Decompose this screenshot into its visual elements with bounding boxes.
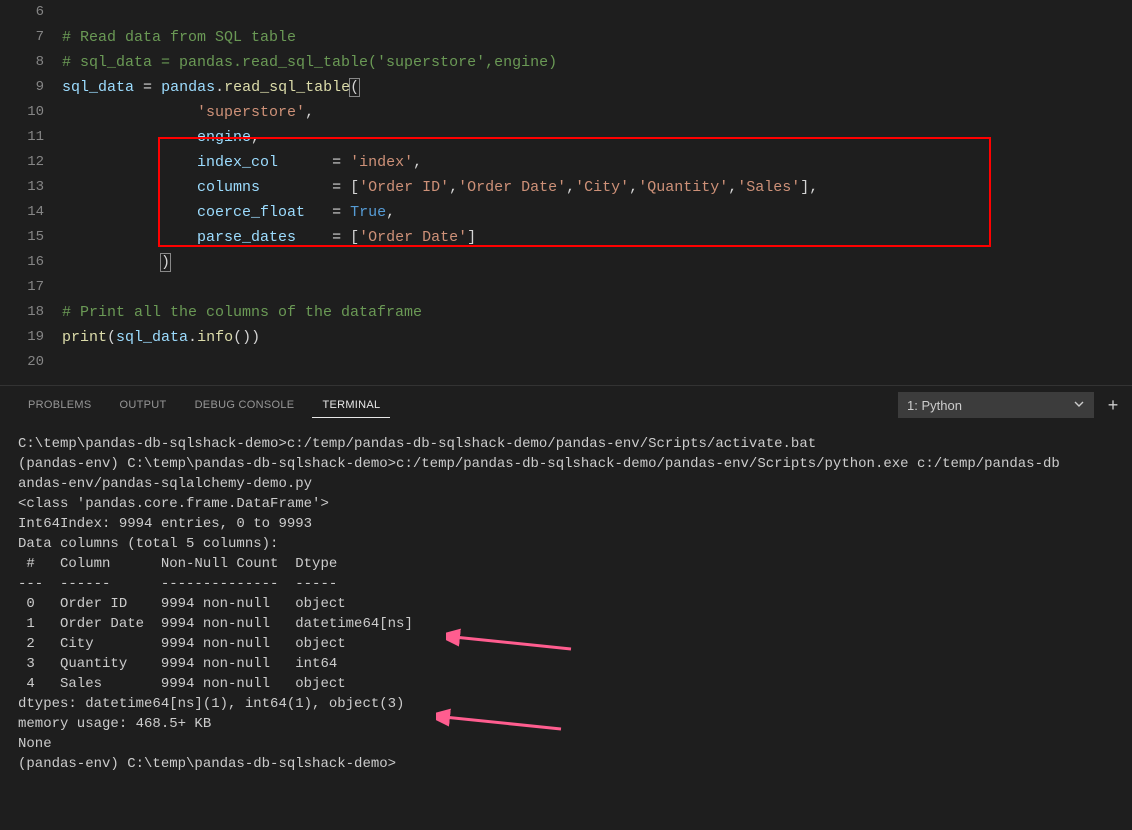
line-number: 19 xyxy=(0,325,62,350)
terminal-line: 0 Order ID 9994 non-null object xyxy=(18,594,1114,614)
code-line[interactable]: 17 xyxy=(0,275,1132,300)
terminal-line: dtypes: datetime64[ns](1), int64(1), obj… xyxy=(18,694,1114,714)
code-line[interactable]: 18# Print all the columns of the datafra… xyxy=(0,300,1132,325)
line-number: 11 xyxy=(0,125,62,150)
line-number: 16 xyxy=(0,250,62,275)
terminal-line: --- ------ -------------- ----- xyxy=(18,574,1114,594)
code-line[interactable]: 14 coerce_float = True, xyxy=(0,200,1132,225)
terminal-line: C:\temp\pandas-db-sqlshack-demo>c:/temp/… xyxy=(18,434,1114,454)
line-number: 14 xyxy=(0,200,62,225)
code-line[interactable]: 11 engine, xyxy=(0,125,1132,150)
line-number: 13 xyxy=(0,175,62,200)
terminal-line: (pandas-env) C:\temp\pandas-db-sqlshack-… xyxy=(18,454,1114,474)
terminal-output[interactable]: C:\temp\pandas-db-sqlshack-demo>c:/temp/… xyxy=(0,424,1132,784)
code-content[interactable]: sql_data = pandas.read_sql_table( xyxy=(62,75,359,100)
bottom-panel: PROBLEMS OUTPUT DEBUG CONSOLE TERMINAL 1… xyxy=(0,385,1132,784)
line-number: 9 xyxy=(0,75,62,100)
code-content[interactable]: index_col = 'index', xyxy=(62,150,422,175)
tab-problems[interactable]: PROBLEMS xyxy=(18,393,102,417)
code-line[interactable]: 12 index_col = 'index', xyxy=(0,150,1132,175)
tab-debug-console[interactable]: DEBUG CONSOLE xyxy=(185,393,305,417)
code-line[interactable]: 8# sql_data = pandas.read_sql_table('sup… xyxy=(0,50,1132,75)
terminal-line: <class 'pandas.core.frame.DataFrame'> xyxy=(18,494,1114,514)
code-content[interactable]: # Print all the columns of the dataframe xyxy=(62,300,422,325)
terminal-line: Int64Index: 9994 entries, 0 to 9993 xyxy=(18,514,1114,534)
code-content[interactable]: # Read data from SQL table xyxy=(62,25,296,50)
code-line[interactable]: 10 'superstore', xyxy=(0,100,1132,125)
code-editor[interactable]: 67# Read data from SQL table8# sql_data … xyxy=(0,0,1132,375)
code-content[interactable]: ) xyxy=(62,250,170,275)
panel-tabs: PROBLEMS OUTPUT DEBUG CONSOLE TERMINAL 1… xyxy=(0,386,1132,424)
code-line[interactable]: 20 xyxy=(0,350,1132,375)
line-number: 18 xyxy=(0,300,62,325)
tab-terminal[interactable]: TERMINAL xyxy=(312,393,390,418)
code-content[interactable]: engine, xyxy=(62,125,260,150)
line-number: 7 xyxy=(0,25,62,50)
terminal-line: None xyxy=(18,734,1114,754)
new-terminal-button[interactable]: + xyxy=(1100,395,1126,416)
line-number: 20 xyxy=(0,350,62,375)
tab-output[interactable]: OUTPUT xyxy=(110,393,177,417)
code-line[interactable]: 19print(sql_data.info()) xyxy=(0,325,1132,350)
terminal-line: (pandas-env) C:\temp\pandas-db-sqlshack-… xyxy=(18,754,1114,774)
terminal-line: Data columns (total 5 columns): xyxy=(18,534,1114,554)
code-content[interactable]: 'superstore', xyxy=(62,100,314,125)
code-line[interactable]: 9sql_data = pandas.read_sql_table( xyxy=(0,75,1132,100)
line-number: 15 xyxy=(0,225,62,250)
code-content[interactable]: coerce_float = True, xyxy=(62,200,395,225)
terminal-selector[interactable]: 1: Python xyxy=(898,392,1094,418)
terminal-line: memory usage: 468.5+ KB xyxy=(18,714,1114,734)
code-content[interactable]: parse_dates = ['Order Date'] xyxy=(62,225,476,250)
chevron-down-icon xyxy=(1073,398,1085,413)
terminal-line: 2 City 9994 non-null object xyxy=(18,634,1114,654)
code-line[interactable]: 6 xyxy=(0,0,1132,25)
line-number: 8 xyxy=(0,50,62,75)
code-line[interactable]: 13 columns = ['Order ID','Order Date','C… xyxy=(0,175,1132,200)
terminal-selector-label: 1: Python xyxy=(907,398,962,413)
line-number: 17 xyxy=(0,275,62,300)
terminal-line: 4 Sales 9994 non-null object xyxy=(18,674,1114,694)
code-line[interactable]: 7# Read data from SQL table xyxy=(0,25,1132,50)
line-number: 10 xyxy=(0,100,62,125)
code-content[interactable]: print(sql_data.info()) xyxy=(62,325,260,350)
code-content[interactable]: # sql_data = pandas.read_sql_table('supe… xyxy=(62,50,557,75)
terminal-line: andas-env/pandas-sqlalchemy-demo.py xyxy=(18,474,1114,494)
terminal-line: 3 Quantity 9994 non-null int64 xyxy=(18,654,1114,674)
terminal-line: 1 Order Date 9994 non-null datetime64[ns… xyxy=(18,614,1114,634)
code-line[interactable]: 16 ) xyxy=(0,250,1132,275)
terminal-line: # Column Non-Null Count Dtype xyxy=(18,554,1114,574)
code-line[interactable]: 15 parse_dates = ['Order Date'] xyxy=(0,225,1132,250)
line-number: 12 xyxy=(0,150,62,175)
code-content[interactable]: columns = ['Order ID','Order Date','City… xyxy=(62,175,818,200)
line-number: 6 xyxy=(0,0,62,25)
